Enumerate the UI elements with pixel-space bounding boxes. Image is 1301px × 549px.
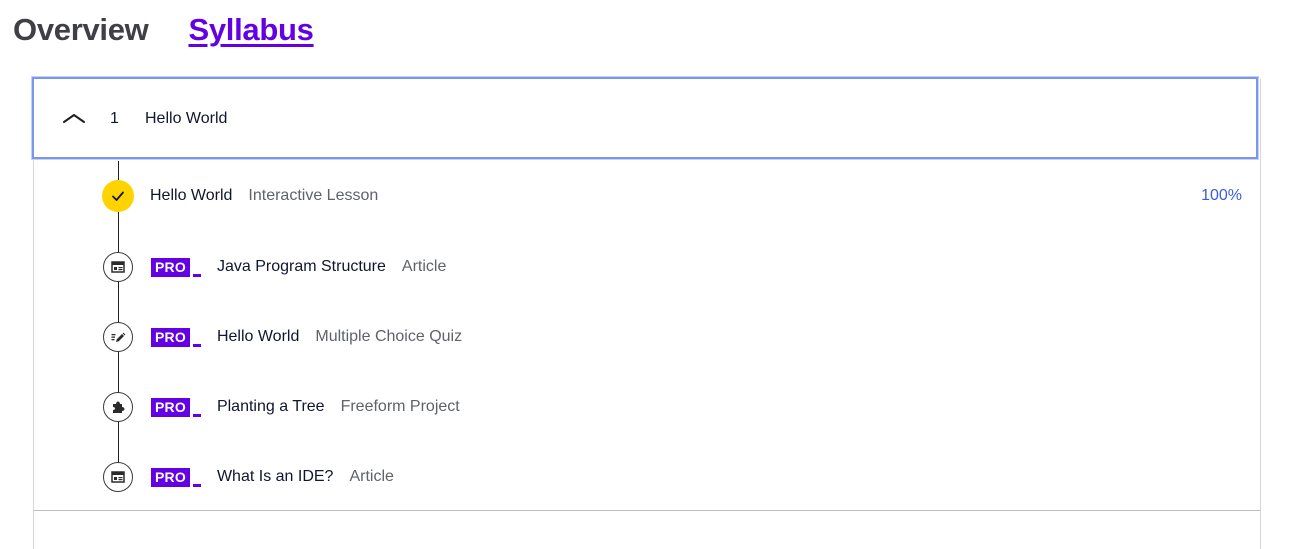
lesson-item[interactable]: PRO Java Program Structure Article <box>102 251 1242 283</box>
pro-cursor-mark <box>192 273 201 277</box>
pro-label: PRO <box>151 327 190 347</box>
lesson-type: Freeform Project <box>340 398 460 415</box>
pro-badge: PRO <box>151 467 201 487</box>
pro-badge: PRO <box>151 257 201 277</box>
lesson-item[interactable]: PRO Hello World Multiple Choice Quiz <box>102 321 1242 353</box>
lesson-title: Planting a Tree <box>216 398 325 415</box>
lesson-title: Hello World <box>150 187 233 204</box>
module-header-toggle[interactable]: 1 Hello World <box>32 77 1258 159</box>
puzzle-icon <box>103 392 133 422</box>
chevron-up-icon <box>63 114 85 123</box>
check-icon <box>102 180 134 212</box>
pro-cursor-mark <box>192 343 201 347</box>
lesson-type: Article <box>349 468 394 485</box>
lesson-item[interactable]: PRO Planting a Tree Freeform Project <box>102 391 1242 423</box>
pro-label: PRO <box>151 397 190 417</box>
lesson-type: Article <box>401 258 447 275</box>
lesson-title: Hello World <box>216 328 300 345</box>
pro-badge: PRO <box>151 397 201 417</box>
pro-label: PRO <box>151 467 190 487</box>
module-section: 1 Hello World Hello World Interactive Le… <box>32 77 1261 549</box>
syllabus-tabs: Overview Syllabus <box>13 10 314 50</box>
module-number: 1 <box>110 110 119 127</box>
quiz-pencil-icon <box>103 322 133 352</box>
article-icon <box>103 252 133 282</box>
pro-badge: PRO <box>151 327 201 347</box>
tab-overview[interactable]: Overview <box>13 10 149 50</box>
lesson-title: What Is an IDE? <box>216 468 334 485</box>
lesson-item[interactable]: Hello World Interactive Lesson 100% <box>102 180 1242 212</box>
lesson-type: Multiple Choice Quiz <box>315 328 463 345</box>
pro-cursor-mark <box>192 413 201 417</box>
lesson-title: Java Program Structure <box>216 258 386 275</box>
lesson-type: Interactive Lesson <box>248 187 379 204</box>
tab-syllabus[interactable]: Syllabus <box>188 10 313 50</box>
article-icon <box>103 462 133 492</box>
section-divider <box>34 510 1260 511</box>
module-title: Hello World <box>145 110 228 127</box>
lesson-progress: 100% <box>1201 187 1242 204</box>
lesson-item[interactable]: PRO What Is an IDE? Article <box>102 461 1242 493</box>
pro-cursor-mark <box>192 483 201 487</box>
pro-label: PRO <box>151 257 190 277</box>
